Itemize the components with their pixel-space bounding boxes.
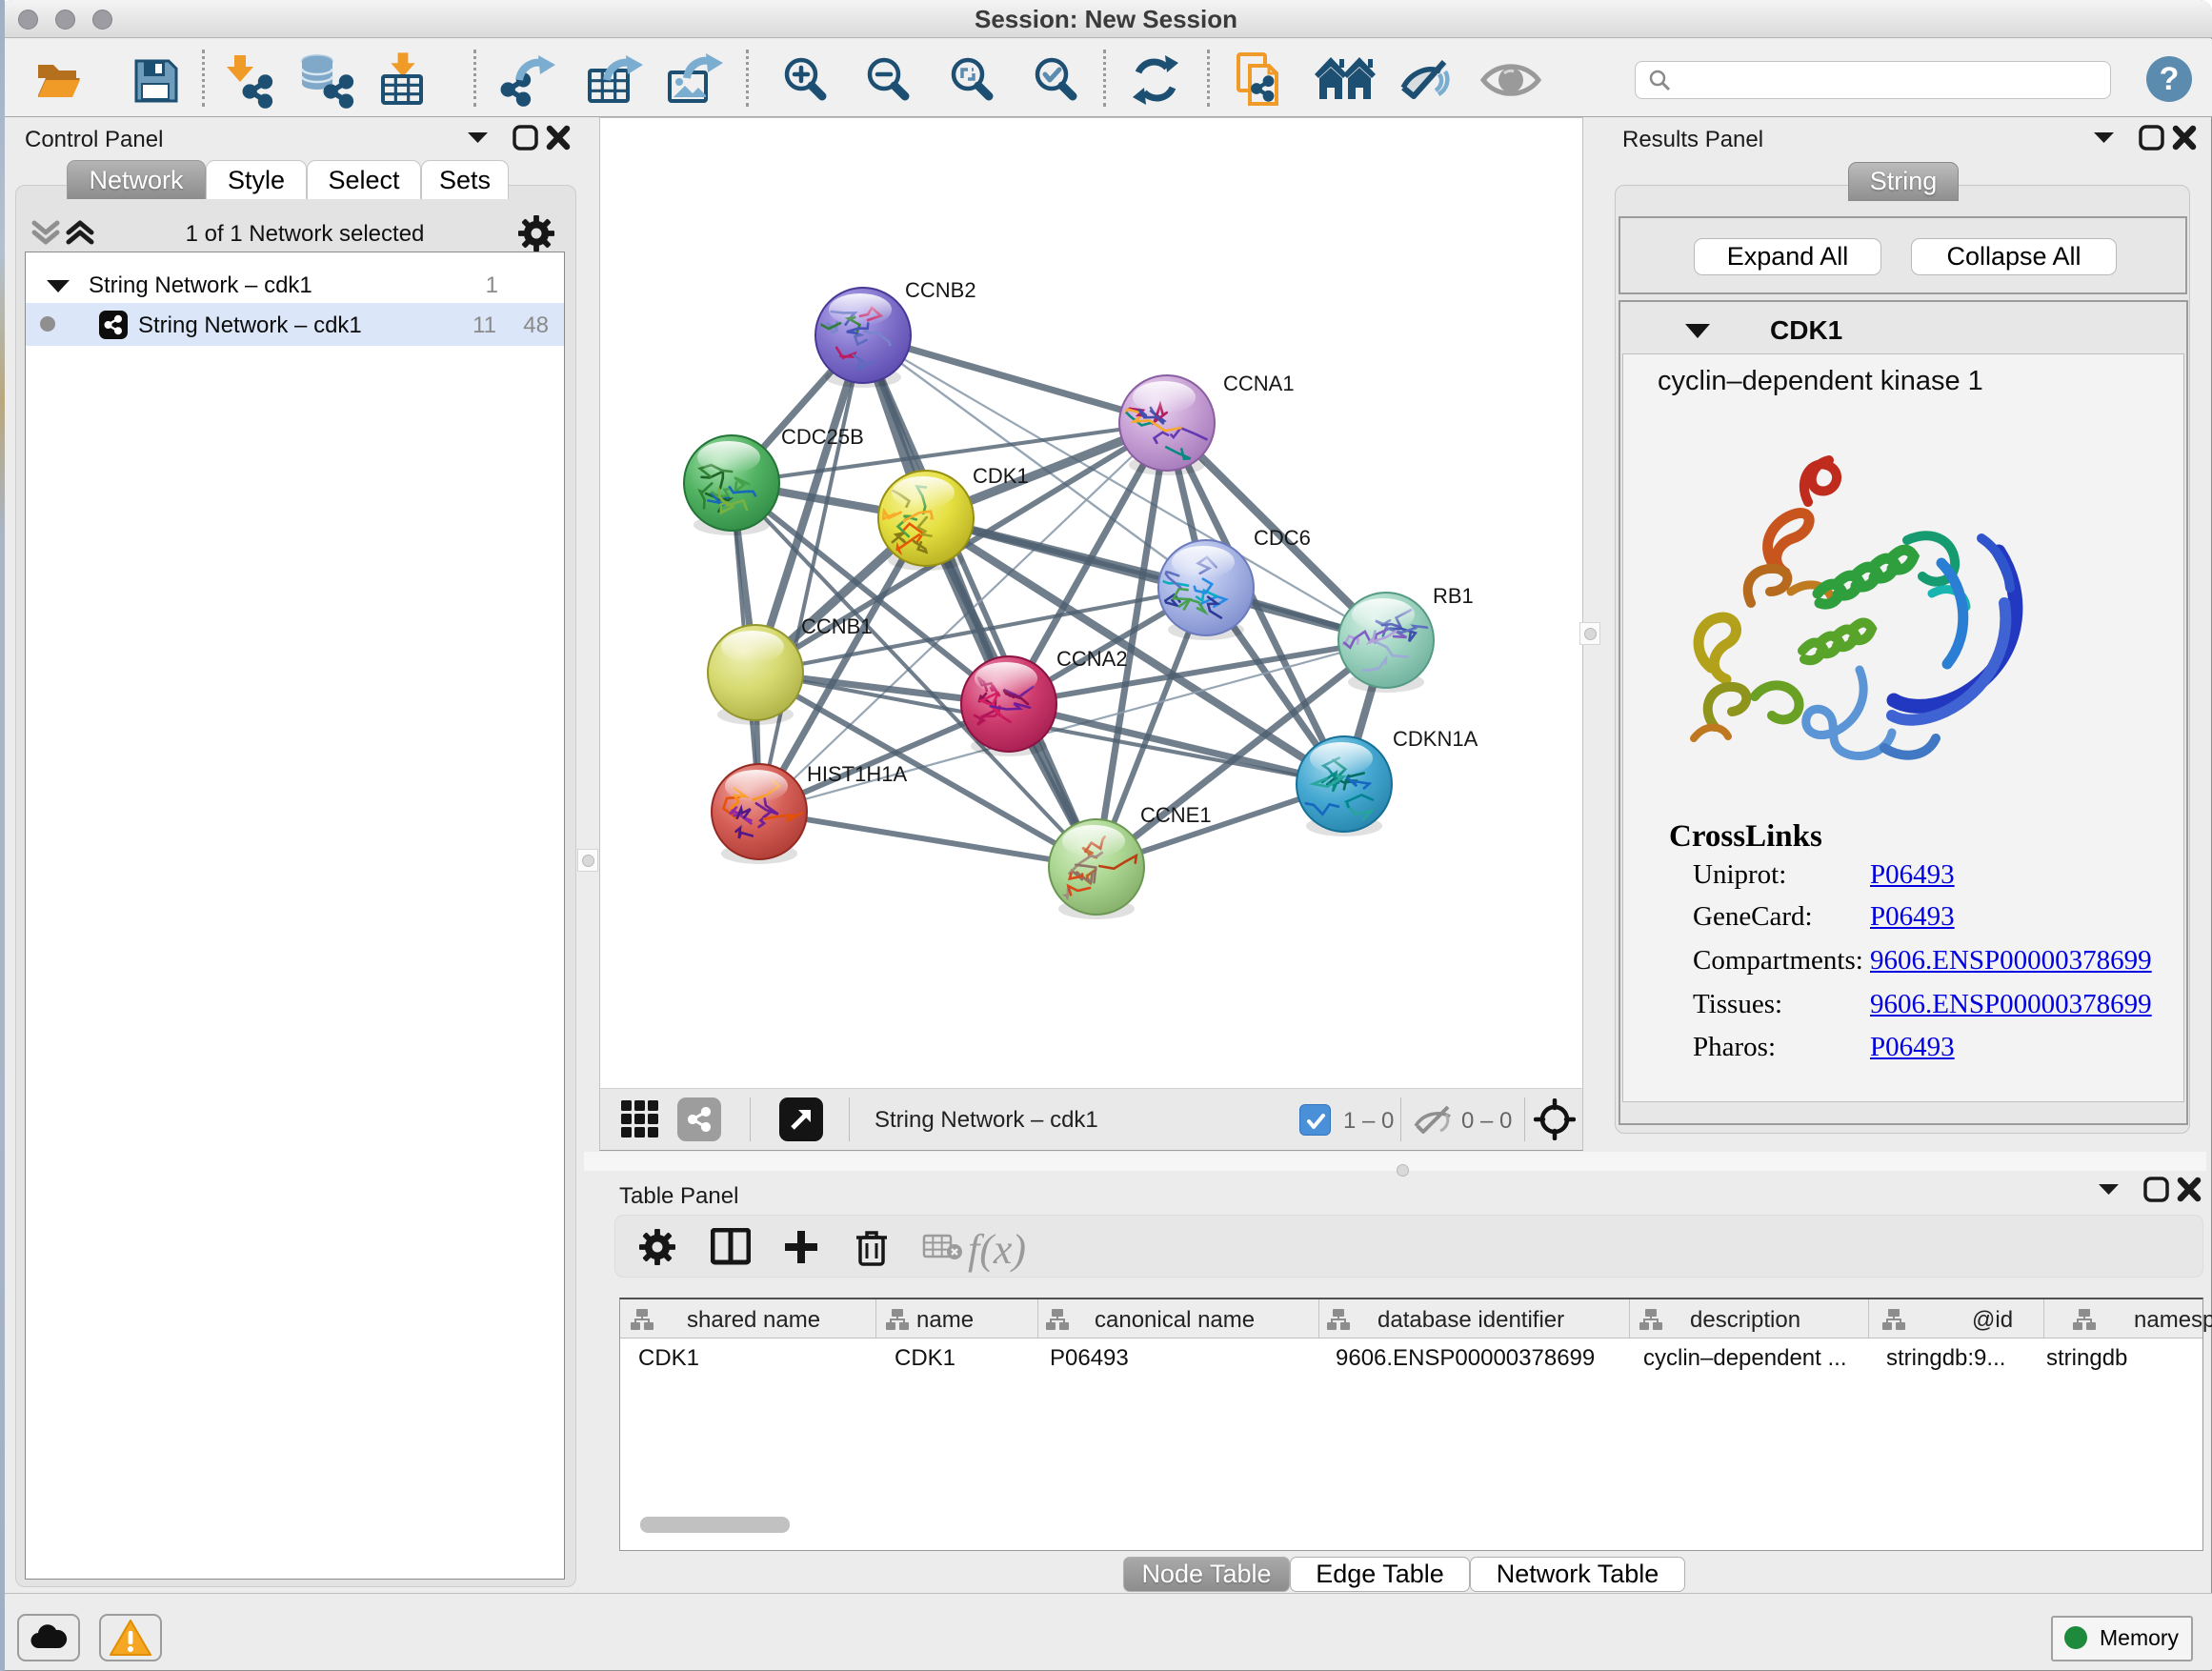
svg-text:CCNA1: CCNA1 [1223,372,1295,395]
svg-text:CCNB2: CCNB2 [905,278,976,302]
svg-text:RB1: RB1 [1433,584,1474,608]
svg-text:HIST1H1A: HIST1H1A [807,762,907,786]
svg-text:CCNE1: CCNE1 [1140,803,1212,827]
svg-text:CDC6: CDC6 [1254,526,1311,550]
svg-text:CDKN1A: CDKN1A [1393,727,1478,751]
svg-text:CDC25B: CDC25B [781,425,864,449]
svg-text:?: ? [2160,61,2180,97]
svg-text:CCNA2: CCNA2 [1056,647,1128,671]
svg-text:CCNB1: CCNB1 [801,614,873,638]
svg-text:CDK1: CDK1 [973,464,1029,488]
